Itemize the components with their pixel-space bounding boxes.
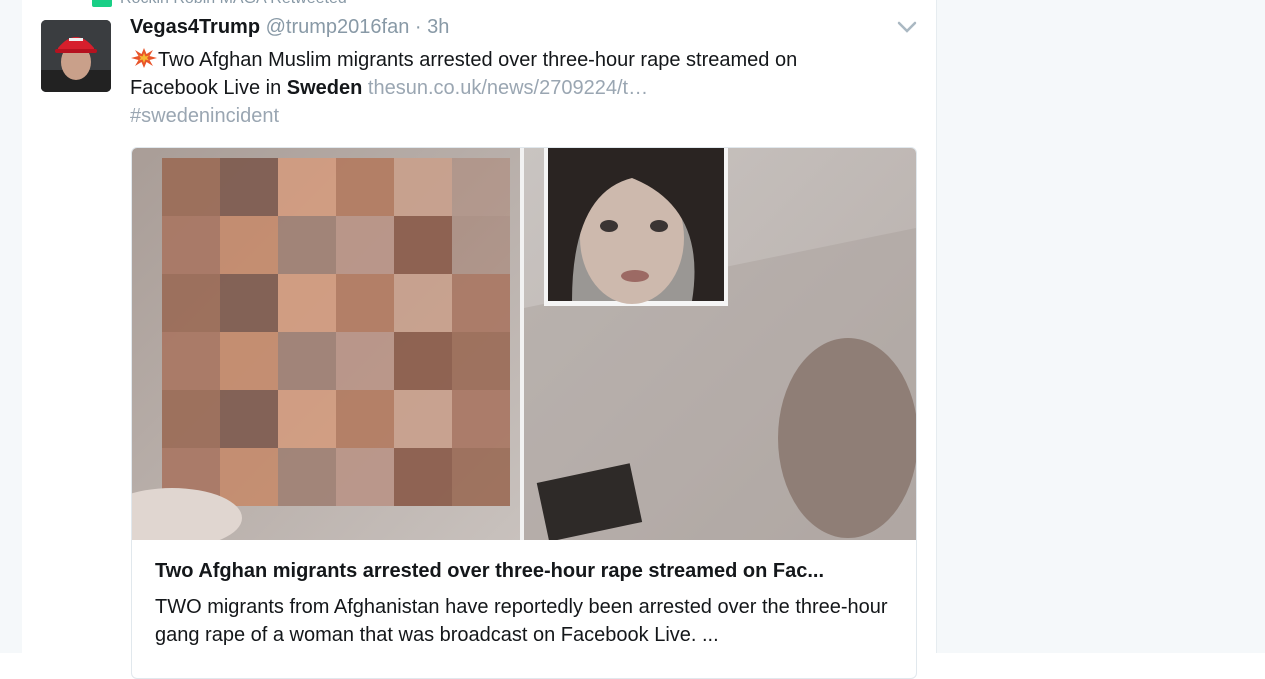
card-description: TWO migrants from Afghanistan have repor… [155,596,888,646]
retweet-label: Rockin Robin MAGA Retweeted [120,0,347,8]
tweet-header: Vegas4Trump @trump2016fan · 3h [130,16,449,39]
card-body: Two Afghan migrants arrested over three-… [155,558,895,649]
display-name[interactable]: Vegas4Trump [130,16,260,38]
avatar[interactable] [41,20,111,92]
timestamp[interactable]: 3h [427,16,449,38]
separator: · [414,16,422,38]
timeline-feed: Rockin Robin MAGA Retweeted Vegas4Trump … [22,0,935,679]
retweet-icon [92,0,112,7]
link-card[interactable]: Two Afghan migrants arrested over three-… [131,147,917,679]
card-title[interactable]: Two Afghan migrants arrested over three-… [155,558,895,584]
tweet-text-bold: Sweden [286,77,363,99]
right-sidebar [936,0,1265,653]
left-gutter [0,0,22,653]
hashtag-link[interactable]: #swedenincident [130,105,279,127]
collision-icon [130,47,158,69]
tweet-link[interactable]: thesun.co.uk/news/2709224/t… [368,77,648,99]
user-handle[interactable]: @trump2016fan [266,16,410,38]
caret-down-icon[interactable] [896,18,918,36]
card-image[interactable] [132,148,916,548]
tweet-text: Two Afghan Muslim migrants arrested over… [130,46,890,130]
retweet-context[interactable]: Rockin Robin MAGA Retweeted [92,0,347,8]
